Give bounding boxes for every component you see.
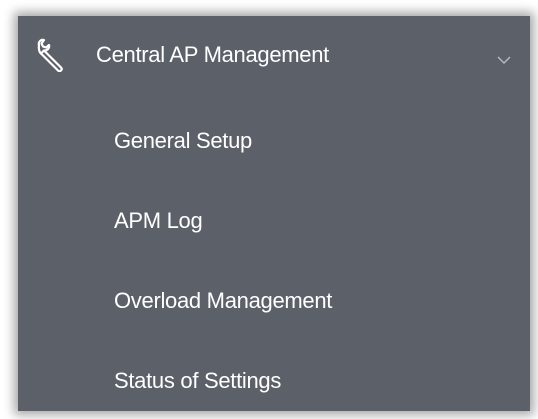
chevron-down-icon[interactable]: [496, 52, 512, 64]
menu-item-general-setup[interactable]: General Setup: [18, 110, 530, 170]
central-ap-management-header[interactable]: Central AP Management: [18, 16, 530, 92]
menu-item-label: Overload Management: [114, 288, 333, 313]
menu-item-overload-management[interactable]: Overload Management: [18, 270, 530, 330]
central-ap-management-menu: Central AP Management General Setup APM …: [18, 16, 530, 411]
menu-item-label: APM Log: [114, 208, 203, 233]
menu-item-label: Status of Settings: [114, 368, 282, 393]
menu-item-label: General Setup: [114, 128, 252, 153]
menu-item-apm-log[interactable]: APM Log: [18, 190, 530, 250]
wrench-icon: [34, 38, 68, 73]
menu-header-label: Central AP Management: [96, 42, 329, 67]
menu-item-status-of-settings[interactable]: Status of Settings: [18, 350, 530, 410]
